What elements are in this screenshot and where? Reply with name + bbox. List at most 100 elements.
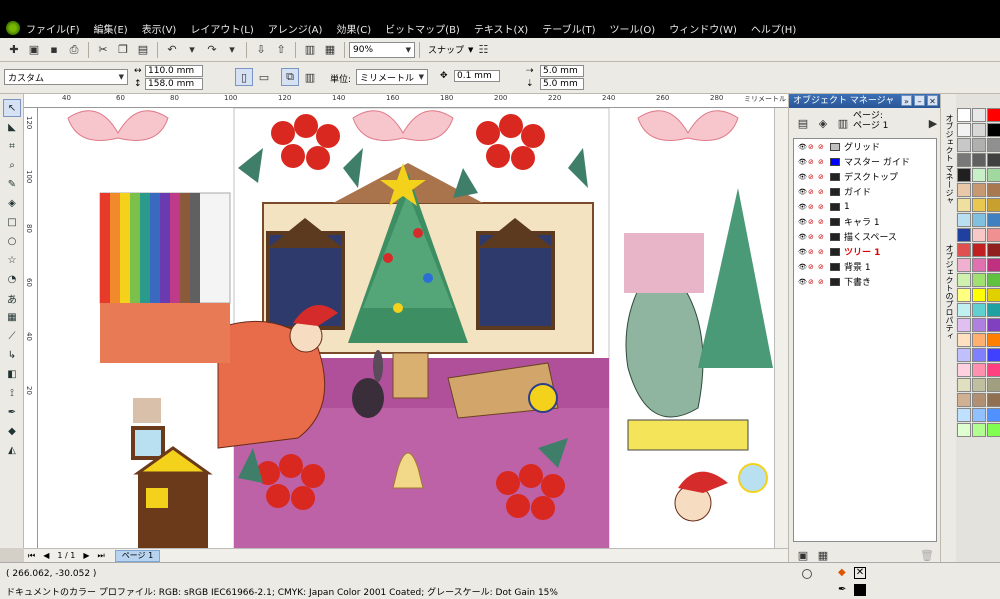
color-swatch[interactable]	[972, 348, 986, 362]
minimize-icon[interactable]: –	[914, 95, 925, 106]
print-toggle-icon[interactable]: ⊘	[808, 278, 816, 286]
close-icon[interactable]: ✕	[927, 95, 938, 106]
color-swatch[interactable]	[987, 288, 1000, 302]
open-folder-icon[interactable]: ▣	[25, 41, 43, 59]
zoom-select[interactable]: 90% ▼	[349, 41, 415, 58]
color-swatch[interactable]	[957, 153, 971, 167]
color-swatch[interactable]	[972, 408, 986, 422]
outline-tool-icon[interactable]: ✒	[3, 403, 21, 421]
color-swatch[interactable]	[957, 168, 971, 182]
vertical-ruler[interactable]: 120 100 80 60 40 20	[24, 108, 38, 548]
color-swatch[interactable]	[987, 303, 1000, 317]
print-toggle-icon[interactable]: ⊘	[808, 143, 816, 151]
table-tool-icon[interactable]: ▦	[3, 308, 21, 326]
visibility-icon[interactable]: 👁	[798, 233, 807, 241]
color-swatch[interactable]	[957, 303, 971, 317]
outline-color-swatch[interactable]	[854, 584, 866, 596]
color-swatch[interactable]	[972, 108, 986, 122]
lock-toggle-icon[interactable]: ⊘	[818, 263, 826, 271]
page-width-field[interactable]: 110.0 mm	[145, 65, 203, 77]
color-swatch[interactable]	[972, 123, 986, 137]
layer-manager-view-icon[interactable]: ▥	[834, 114, 852, 132]
new-document-icon[interactable]: ✚	[5, 41, 23, 59]
zoom-tool-icon[interactable]: ⌕	[3, 156, 21, 174]
blend-tool-icon[interactable]: ◧	[3, 365, 21, 383]
color-swatch[interactable]	[972, 393, 986, 407]
freehand-tool-icon[interactable]: ✎	[3, 175, 21, 193]
text-tool-icon[interactable]: あ	[3, 289, 21, 307]
color-swatch[interactable]	[972, 303, 986, 317]
print-icon[interactable]: ⎙	[65, 41, 83, 59]
vertical-scrollbar[interactable]	[774, 108, 788, 548]
color-swatch[interactable]	[972, 318, 986, 332]
paper-type-select[interactable]: カスタム ▼	[4, 69, 128, 85]
export-icon[interactable]: ⇧	[272, 41, 290, 59]
color-swatch[interactable]	[957, 123, 971, 137]
nudge-distance-field[interactable]: 0.1 mm	[454, 70, 500, 82]
layer-row[interactable]: 👁 ⊘ ⊘ マスター ガイド	[794, 154, 936, 169]
layer-row[interactable]: 👁 ⊘ ⊘ 下書き	[794, 274, 936, 289]
tab-object-manager[interactable]: オブジェクト マネージャ	[943, 114, 955, 205]
color-swatch[interactable]	[987, 213, 1000, 227]
color-swatch[interactable]	[957, 348, 971, 362]
tab-object-properties[interactable]: オブジェクトのプロパティ	[943, 244, 955, 340]
layer-row[interactable]: 👁 ⊘ ⊘ 描くスペース	[794, 229, 936, 244]
menu-item-6[interactable]: ビットマップ(B)	[385, 21, 460, 36]
prev-page-icon[interactable]: ◀	[43, 551, 49, 560]
copy-icon[interactable]: ❐	[114, 41, 132, 59]
print-toggle-icon[interactable]: ⊘	[808, 263, 816, 271]
color-proof-icon[interactable]	[802, 569, 812, 579]
color-swatch[interactable]	[972, 198, 986, 212]
visibility-icon[interactable]: 👁	[798, 143, 807, 151]
color-swatch[interactable]	[957, 108, 971, 122]
color-swatch[interactable]	[972, 153, 986, 167]
color-swatch[interactable]	[972, 138, 986, 152]
print-toggle-icon[interactable]: ⊘	[808, 233, 816, 241]
color-swatch[interactable]	[957, 183, 971, 197]
color-swatch[interactable]	[987, 333, 1000, 347]
options-icon[interactable]: ☷	[474, 41, 492, 59]
lock-toggle-icon[interactable]: ⊘	[818, 188, 826, 196]
menu-item-1[interactable]: 編集(E)	[94, 21, 128, 36]
print-toggle-icon[interactable]: ⊘	[808, 203, 816, 211]
chevron-down-icon[interactable]: ▼	[468, 46, 473, 54]
layer-row[interactable]: 👁 ⊘ ⊘ ガイド	[794, 184, 936, 199]
menu-item-10[interactable]: ウィンドウ(W)	[669, 21, 737, 36]
import-icon[interactable]: ⇩	[252, 41, 270, 59]
print-toggle-icon[interactable]: ⊘	[808, 173, 816, 181]
visibility-icon[interactable]: 👁	[798, 188, 807, 196]
horizontal-ruler[interactable]: 40 60 80 100 120 140 160 180 200 220 240 260 280 ミリメー…	[24, 94, 788, 108]
visibility-icon[interactable]: 👁	[798, 173, 807, 181]
paste-icon[interactable]: ▤	[134, 41, 152, 59]
visibility-icon[interactable]: 👁	[798, 203, 807, 211]
menu-item-3[interactable]: レイアウト(L)	[190, 21, 253, 36]
undo-dropdown-icon[interactable]: ▾	[183, 41, 201, 59]
color-swatch[interactable]	[987, 183, 1000, 197]
color-swatch[interactable]	[972, 228, 986, 242]
color-swatch[interactable]	[957, 258, 971, 272]
color-swatch[interactable]	[987, 153, 1000, 167]
color-swatch[interactable]	[987, 348, 1000, 362]
menu-item-9[interactable]: ツール(O)	[610, 21, 656, 36]
cut-icon[interactable]: ✂	[94, 41, 112, 59]
landscape-icon[interactable]: ▭	[255, 68, 273, 86]
lock-toggle-icon[interactable]: ⊘	[818, 248, 826, 256]
first-page-icon[interactable]: ⏮	[28, 551, 35, 561]
menu-item-11[interactable]: ヘルプ(H)	[751, 21, 796, 36]
color-swatch[interactable]	[957, 378, 971, 392]
app-icon[interactable]	[6, 21, 20, 35]
layer-row[interactable]: 👁 ⊘ ⊘ 背景 1	[794, 259, 936, 274]
menu-item-2[interactable]: 表示(V)	[142, 21, 177, 36]
lock-toggle-icon[interactable]: ⊘	[818, 203, 826, 211]
duplicate-x-field[interactable]: 5.0 mm	[540, 65, 584, 77]
color-swatch[interactable]	[972, 288, 986, 302]
color-swatch[interactable]	[972, 378, 986, 392]
visibility-icon[interactable]: 👁	[798, 218, 807, 226]
color-swatch[interactable]	[957, 228, 971, 242]
color-swatch[interactable]	[987, 123, 1000, 137]
unit-select[interactable]: ミリメートル ▼	[356, 69, 428, 85]
application-launcher-icon[interactable]: ▥	[301, 41, 319, 59]
welcome-screen-icon[interactable]: ▦	[321, 41, 339, 59]
undo-icon[interactable]: ↶	[163, 41, 181, 59]
show-properties-icon[interactable]: ▤	[794, 114, 812, 132]
